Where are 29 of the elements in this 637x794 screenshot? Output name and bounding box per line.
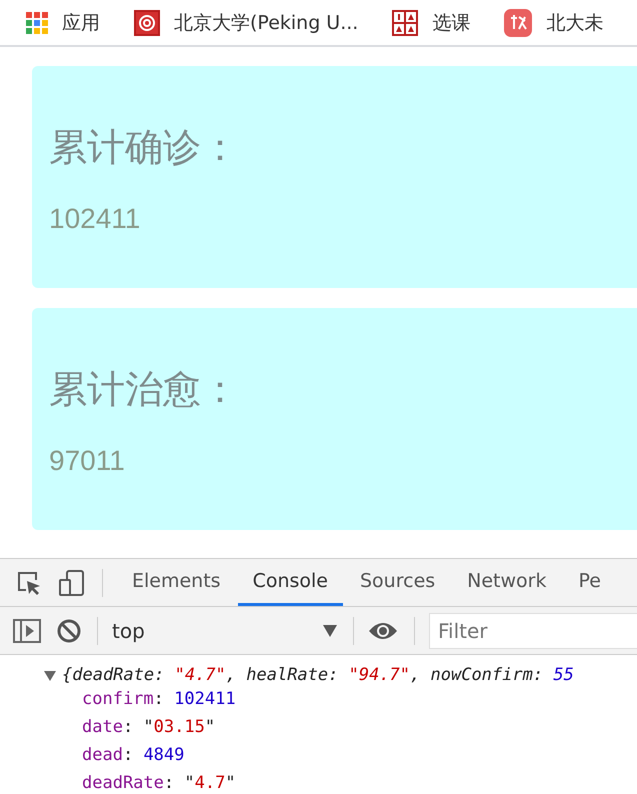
apps-grid-icon xyxy=(26,12,48,34)
devtools-tab[interactable]: Sources xyxy=(345,559,450,606)
object-property: deadRate: "4.7" xyxy=(81,772,237,794)
clear-console-icon[interactable] xyxy=(57,618,81,642)
bookmark-item[interactable]: 北大未 xyxy=(504,8,604,36)
devtools-tab[interactable]: Elements xyxy=(117,559,236,606)
context-dropdown[interactable]: top xyxy=(112,618,337,642)
object-property: dead: 4849 xyxy=(81,744,186,767)
tiled-squares-icon xyxy=(392,10,418,36)
card-value: 97011 xyxy=(49,445,126,477)
dropdown-caret-icon xyxy=(323,624,337,636)
bookmark-item[interactable]: 选课 xyxy=(392,10,470,36)
object-property: confirm: 102411 xyxy=(81,688,237,711)
rounded-square-icon xyxy=(504,8,532,36)
object-preview: {deadRate: "4.7", healRate: "94.7", nowConfirm: 55 xyxy=(62,665,574,685)
filter-field[interactable]: Filter xyxy=(429,612,637,648)
device-toggle-icon[interactable] xyxy=(58,568,86,596)
sidebar-toggle-icon[interactable] xyxy=(13,618,41,642)
card-title: 累计确诊： xyxy=(49,124,240,171)
card-value: 102411 xyxy=(49,203,142,235)
bookmark-item[interactable]: 应用 xyxy=(26,10,100,36)
card-title: 累计治愈： xyxy=(49,366,240,413)
devtools-tab[interactable]: Network xyxy=(452,559,562,606)
devtools-tab[interactable]: Pe xyxy=(564,559,616,606)
expanded-triangle-icon[interactable] xyxy=(44,669,56,681)
inspect-cursor-icon[interactable] xyxy=(16,570,42,596)
object-property: date: "03.15" xyxy=(81,716,216,739)
eye-icon[interactable] xyxy=(368,620,398,640)
bookmark-item[interactable]: 北京大学(Peking U... xyxy=(134,10,358,36)
